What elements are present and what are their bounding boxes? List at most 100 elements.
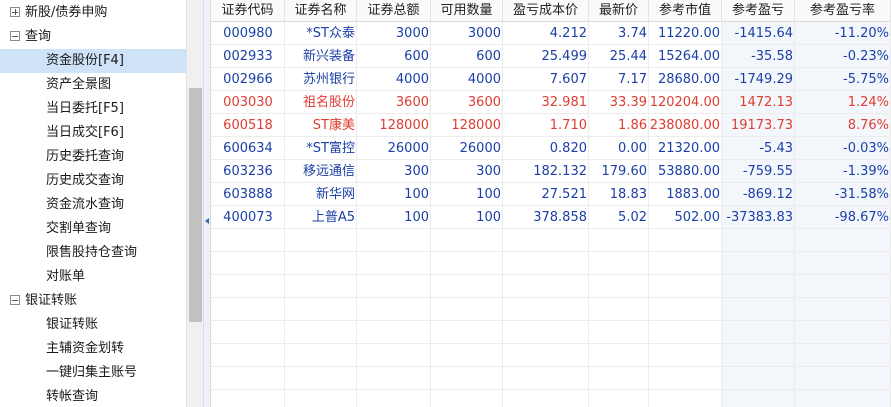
column-header[interactable]: 证券名称 bbox=[285, 0, 357, 22]
column-header[interactable]: 参考盈亏率 bbox=[795, 0, 891, 22]
cell-available: 3600 bbox=[467, 95, 501, 110]
column-header[interactable]: 参考市值 bbox=[649, 0, 722, 22]
cell-pnl: 1472.13 bbox=[739, 95, 793, 110]
tree-item-label: 当日成交[F6] bbox=[46, 125, 124, 140]
table-row[interactable]: 600634 *ST富控 26000 26000 0.820 0.00 21320.00 -5… bbox=[211, 137, 891, 160]
cell-available: 26000 bbox=[459, 141, 501, 156]
tree-item-label: 当日委托[F5] bbox=[46, 101, 124, 116]
table-row[interactable]: 600518 ST康美 128000 128000 1.710 1.86 238080.00… bbox=[211, 114, 891, 137]
tree-scrollbar[interactable] bbox=[186, 0, 203, 407]
cell-total: 600 bbox=[404, 49, 429, 64]
table-row[interactable]: 603888 新华网 100 100 27.521 18.83 1883.00 -869.12… bbox=[211, 183, 891, 206]
grid-row-line bbox=[211, 390, 891, 407]
tree-group[interactable]: 查询 bbox=[0, 25, 186, 49]
cell-pnl-rate: -31.58% bbox=[834, 187, 889, 202]
cell-total: 26000 bbox=[387, 141, 429, 156]
tree-item[interactable]: 资金流水查询 bbox=[0, 193, 186, 217]
expand-icon[interactable] bbox=[10, 7, 20, 17]
tree-item[interactable]: 限售股持仓查询 bbox=[0, 241, 186, 265]
column-header[interactable]: 可用数量 bbox=[431, 0, 503, 22]
cell-code: 000980 bbox=[223, 26, 273, 41]
cell-total: 128000 bbox=[379, 118, 429, 133]
tree-item[interactable]: 交割单查询 bbox=[0, 217, 186, 241]
cell-pnl: -35.58 bbox=[751, 49, 793, 64]
tree-item-label: 交割单查询 bbox=[46, 221, 112, 236]
tree-group[interactable]: 银证转账 bbox=[0, 289, 186, 313]
tree-item[interactable]: 历史成交查询 bbox=[0, 169, 186, 193]
cell-cost: 7.607 bbox=[549, 72, 587, 87]
tree-item-label: 历史委托查询 bbox=[46, 149, 125, 164]
table-row[interactable]: 400073 上普A5 100 100 378.858 5.02 502.00 -37383.… bbox=[211, 206, 891, 229]
table-row[interactable]: 603236 移远通信 300 300 182.132 179.60 53880.00 -75… bbox=[211, 160, 891, 183]
collapse-arrow-icon[interactable] bbox=[205, 218, 209, 224]
cell-cost: 27.521 bbox=[541, 187, 588, 202]
cell-cost: 25.499 bbox=[541, 49, 588, 64]
cell-price: 18.83 bbox=[609, 187, 647, 202]
tree-item[interactable]: 当日委托[F5] bbox=[0, 97, 186, 121]
tree-item[interactable]: 银证转账 bbox=[0, 313, 186, 337]
cell-pnl-rate: 1.24% bbox=[847, 95, 889, 110]
function-tree: 新股/债券申购 查询资金股份[F4] 资产全景图当日委托[F5] 当日成交[F6] 历史… bbox=[0, 0, 186, 407]
cell-pnl: -869.12 bbox=[742, 187, 793, 202]
tree-item[interactable]: 当日成交[F6] bbox=[0, 121, 186, 145]
scrollbar-thumb[interactable] bbox=[189, 88, 202, 322]
cell-name: 上普A5 bbox=[311, 210, 355, 225]
table-row[interactable]: 000980 *ST众泰 3000 3000 4.212 3.74 11220.00 -141… bbox=[211, 22, 891, 45]
cell-name: *ST众泰 bbox=[306, 26, 355, 41]
grid-row-line bbox=[211, 252, 891, 275]
tree-item-label: 主辅资金划转 bbox=[46, 341, 125, 356]
cell-pnl: -5.43 bbox=[759, 141, 793, 156]
cell-value: 1883.00 bbox=[666, 187, 720, 202]
table-row[interactable]: 003030 祖名股份 3600 3600 32.981 33.39 120204.00 14… bbox=[211, 91, 891, 114]
column-header[interactable]: 证券总额 bbox=[357, 0, 431, 22]
cell-cost: 182.132 bbox=[533, 164, 587, 179]
cell-code: 400073 bbox=[223, 210, 273, 225]
grid-row-line bbox=[211, 367, 891, 390]
cell-available: 100 bbox=[476, 210, 501, 225]
cell-pnl-rate: -1.39% bbox=[843, 164, 889, 179]
table-row[interactable]: 002933 新兴装备 600 600 25.499 25.44 15264.00 -35.5… bbox=[211, 45, 891, 68]
tree-item[interactable]: 转帐查询 bbox=[0, 385, 186, 407]
collapse-icon[interactable] bbox=[10, 31, 20, 41]
collapse-icon[interactable] bbox=[10, 295, 20, 305]
cell-available: 128000 bbox=[451, 118, 501, 133]
cell-pnl: -1749.29 bbox=[734, 72, 793, 87]
grid-row-line bbox=[211, 275, 891, 298]
cell-pnl-rate: -11.20% bbox=[834, 26, 889, 41]
tree-item-label: 转帐查询 bbox=[46, 389, 99, 404]
tree-item[interactable]: 资产全景图 bbox=[0, 73, 186, 97]
tree-item-label: 资金股份[F4] bbox=[46, 53, 124, 68]
cell-price: 179.60 bbox=[601, 164, 648, 179]
panel-splitter[interactable] bbox=[203, 0, 211, 407]
tree-item[interactable]: 对账单 bbox=[0, 265, 186, 289]
cell-name: *ST富控 bbox=[306, 141, 355, 156]
tree-item[interactable]: 主辅资金划转 bbox=[0, 337, 186, 361]
cell-pnl: -759.55 bbox=[742, 164, 793, 179]
tree-item-label: 银证转账 bbox=[25, 293, 78, 308]
cell-available: 3000 bbox=[467, 26, 501, 41]
column-header[interactable]: 参考盈亏 bbox=[722, 0, 795, 22]
cell-pnl-rate: -98.67% bbox=[834, 210, 889, 225]
column-header[interactable]: 最新价 bbox=[589, 0, 649, 22]
cell-cost: 378.858 bbox=[533, 210, 587, 225]
cell-cost: 4.212 bbox=[549, 26, 587, 41]
cell-name: 新兴装备 bbox=[302, 49, 355, 64]
tree-item-label: 银证转账 bbox=[46, 317, 99, 332]
column-header[interactable]: 证券代码 bbox=[211, 0, 285, 22]
tree-item[interactable]: 历史委托查询 bbox=[0, 145, 186, 169]
cell-total: 100 bbox=[404, 187, 429, 202]
column-header[interactable]: 盈亏成本价 bbox=[503, 0, 589, 22]
cell-pnl: -37383.83 bbox=[726, 210, 793, 225]
cell-pnl-rate: -0.03% bbox=[843, 141, 889, 156]
tree-item[interactable]: 一键归集主账号 bbox=[0, 361, 186, 385]
cell-price: 3.74 bbox=[618, 26, 647, 41]
tree-item-label: 资产全景图 bbox=[46, 77, 112, 92]
table-row[interactable]: 002966 苏州银行 4000 4000 7.607 7.17 28680.00 -1749… bbox=[211, 68, 891, 91]
cell-price: 0.00 bbox=[618, 141, 647, 156]
tree-item[interactable]: 资金股份[F4] bbox=[0, 49, 186, 73]
tree-group[interactable]: 新股/债券申购 bbox=[0, 1, 186, 25]
cell-available: 100 bbox=[476, 187, 501, 202]
cell-total: 100 bbox=[404, 210, 429, 225]
cell-value: 120204.00 bbox=[649, 95, 720, 110]
cell-price: 5.02 bbox=[618, 210, 647, 225]
